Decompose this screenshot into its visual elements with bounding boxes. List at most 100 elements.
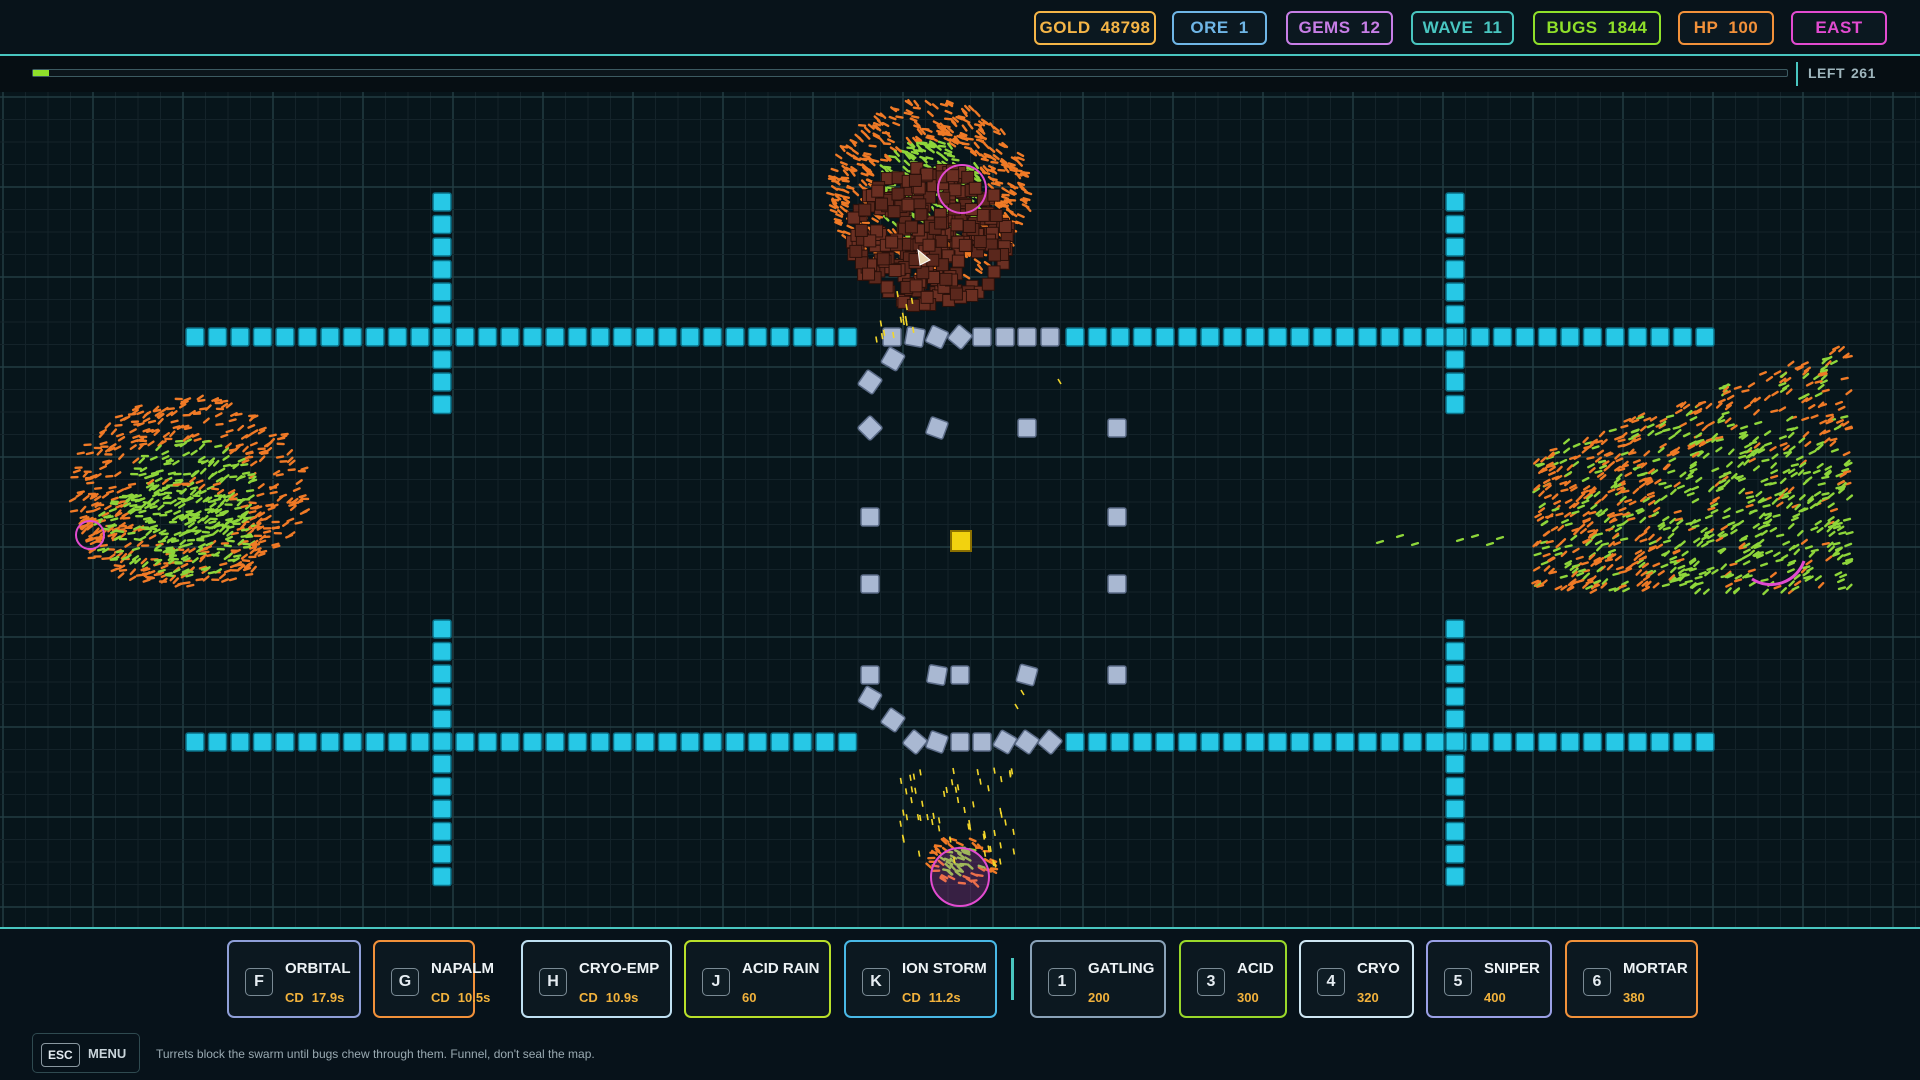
wall-block [1402, 732, 1423, 752]
turret-card-acid[interactable]: 3 ACID 300 [1179, 940, 1287, 1018]
bug [879, 158, 889, 162]
bug [225, 429, 234, 434]
turret-block [882, 327, 902, 347]
bug [268, 433, 277, 438]
turret-card-cryo[interactable]: 4 CRYO 320 [1299, 940, 1414, 1018]
bug [271, 542, 280, 547]
wall-block [365, 327, 385, 347]
wall-block [837, 327, 858, 347]
bug [911, 115, 920, 119]
bug [86, 481, 95, 485]
wave-progress-fill [33, 70, 49, 76]
bug [1620, 537, 1629, 542]
bug [1662, 428, 1671, 433]
bug [1837, 586, 1847, 591]
chewed-bug [849, 244, 863, 258]
bug [1546, 464, 1555, 468]
hotkey-badge: F [245, 968, 273, 996]
card-name: MORTAR [1623, 960, 1688, 977]
bug [1662, 539, 1672, 544]
bug [925, 156, 934, 161]
bug [207, 570, 217, 575]
bug [1770, 409, 1779, 414]
turret-card-mortar[interactable]: 6 MORTAR 380 [1565, 940, 1698, 1018]
projectile [979, 778, 982, 785]
bug [1577, 568, 1587, 573]
bug [895, 115, 904, 119]
wall-block [1110, 732, 1130, 752]
projectile [896, 291, 899, 298]
wall-block [432, 192, 452, 212]
bug [233, 554, 242, 558]
chewed-bug [908, 173, 922, 187]
ability-card-orbital[interactable]: F ORBITAL CD 17.9s [227, 940, 361, 1018]
projectile [902, 809, 905, 816]
wall-block [612, 327, 633, 347]
bug [846, 186, 855, 190]
bug [240, 504, 249, 509]
wall-block [252, 327, 273, 347]
bug [1838, 531, 1847, 536]
wall-block [1672, 327, 1693, 347]
bug [288, 502, 297, 507]
wall-block [1155, 732, 1175, 752]
menu-button[interactable]: ESC MENU [32, 1033, 140, 1073]
bug [826, 191, 835, 196]
bug [1738, 454, 1747, 459]
bug [1829, 437, 1838, 442]
bug [207, 499, 216, 504]
wall-block [297, 732, 318, 752]
bug [1604, 558, 1614, 562]
stat-wave: WAVE 11 [1411, 11, 1514, 45]
bug [1455, 537, 1465, 543]
bug [1554, 551, 1563, 557]
wall-block [432, 821, 452, 842]
turret-block [995, 327, 1015, 347]
turret-block [1017, 327, 1037, 347]
wall-block [1445, 776, 1465, 797]
turret-card-gatling[interactable]: 1 GATLING 200 [1030, 940, 1166, 1018]
card-name: ACID RAIN [742, 960, 820, 977]
ability-card-napalm[interactable]: G NAPALM CD 10.5s [373, 940, 494, 1018]
wall-block [1245, 732, 1265, 752]
bug [1845, 531, 1854, 536]
card-cost: 60 [742, 990, 756, 1005]
bug [1580, 561, 1589, 566]
wall-block [432, 844, 452, 864]
wall-block [365, 732, 385, 752]
bug [251, 542, 261, 547]
bug [1715, 435, 1724, 440]
cost-value: 200 [1088, 990, 1110, 1005]
wall-block [275, 327, 295, 347]
bug [172, 483, 181, 487]
wall-block [342, 327, 363, 347]
bug [1612, 572, 1621, 576]
bug [108, 485, 117, 490]
game-field[interactable] [0, 92, 1920, 927]
wall-block [1695, 732, 1715, 752]
wall-block [702, 732, 723, 752]
stat-label: ORE [1190, 18, 1229, 37]
bug [963, 146, 973, 150]
hotkey-badge: G [391, 968, 419, 996]
wall-block [1445, 799, 1465, 819]
hotkey-badge: 3 [1197, 968, 1225, 996]
turret-card-sniper[interactable]: 5 SNIPER 400 [1426, 940, 1552, 1018]
bug [225, 517, 234, 522]
bug [272, 544, 281, 549]
turret-block [972, 327, 992, 347]
wall-block [1445, 304, 1465, 325]
turret-block [1107, 665, 1127, 685]
bug [1620, 464, 1629, 469]
projectile [919, 769, 922, 776]
wall-block [1132, 732, 1153, 752]
ability-card-acid-rain[interactable]: J ACID RAIN 60 [684, 940, 831, 1018]
ability-card-ion-storm[interactable]: K ION STORM CD 11.2s [844, 940, 997, 1018]
bug [182, 472, 192, 476]
bug [212, 482, 221, 487]
bug [1681, 573, 1690, 578]
ability-card-cryo-emp[interactable]: H CRYO-EMP CD 10.9s [521, 940, 672, 1018]
chewed-bug [987, 188, 1001, 202]
bug [146, 576, 155, 581]
projectile [926, 814, 929, 821]
